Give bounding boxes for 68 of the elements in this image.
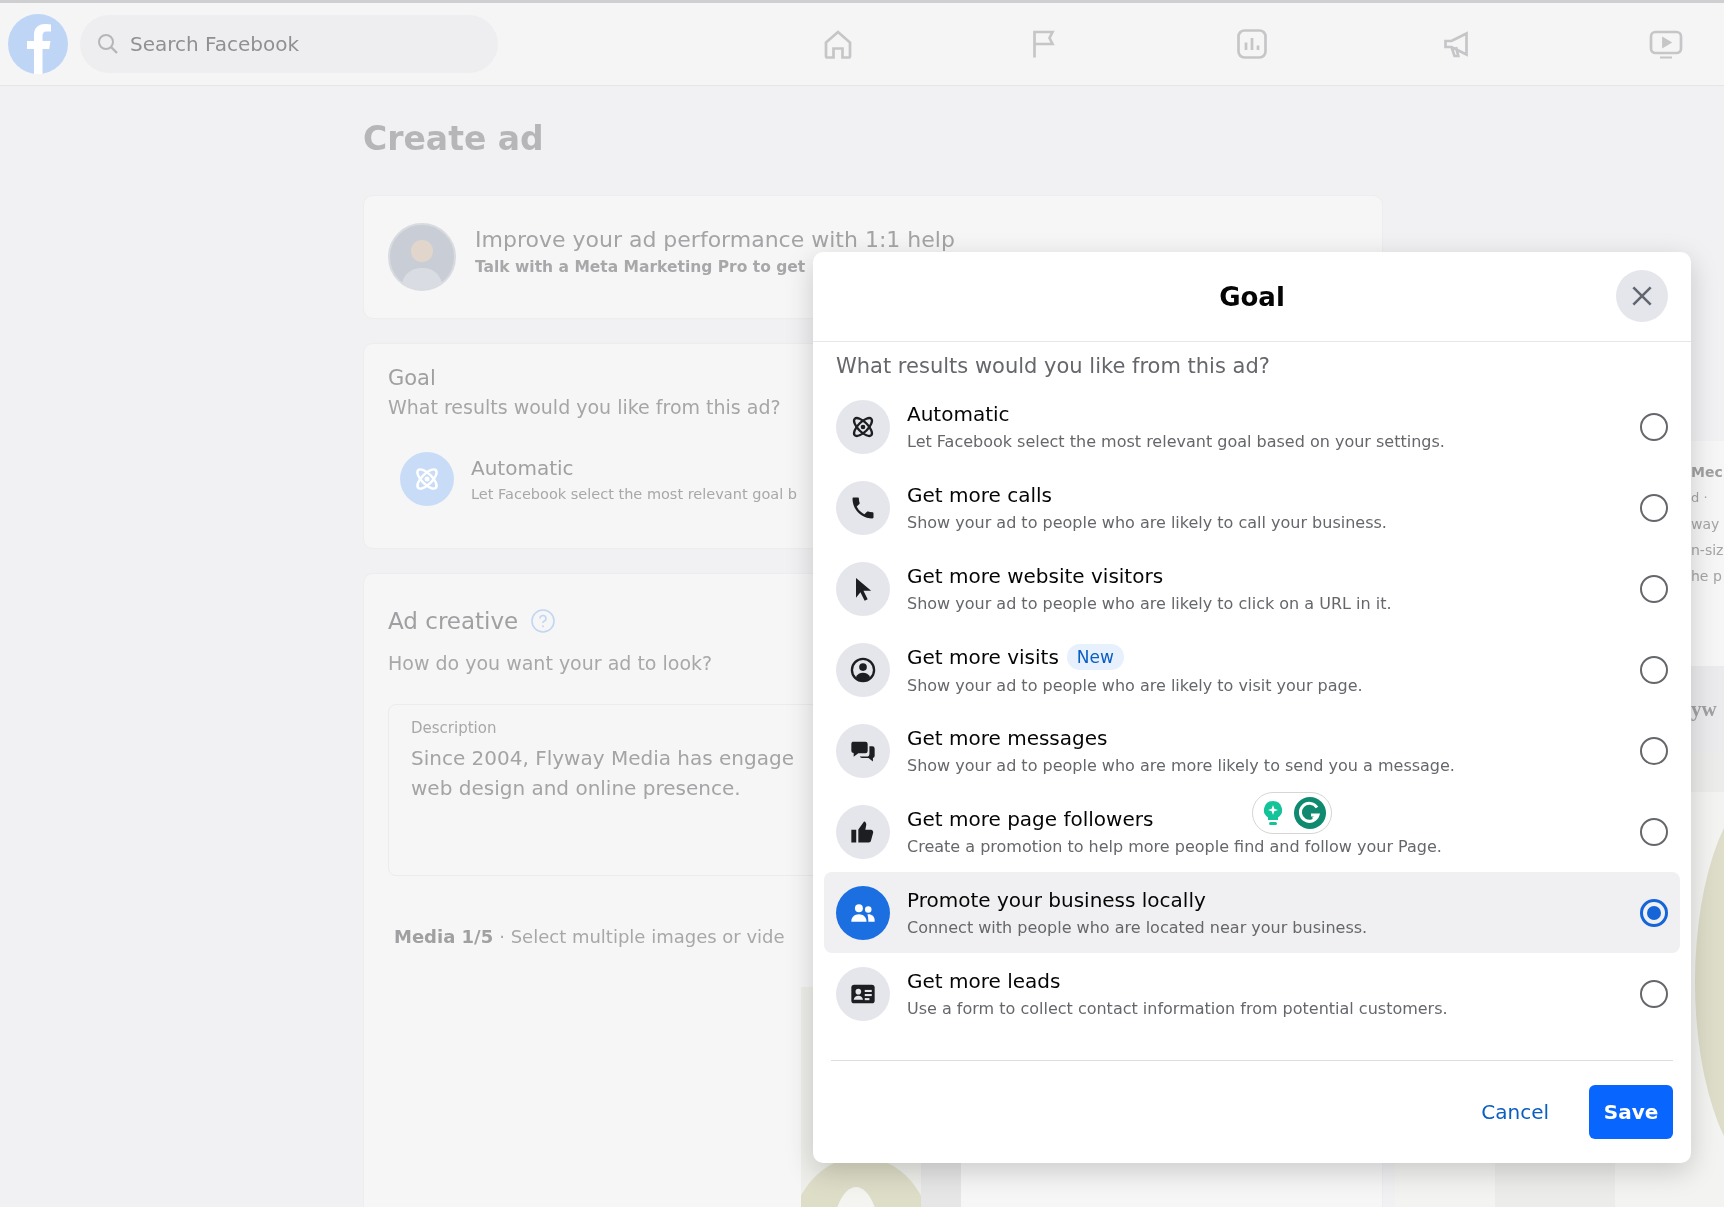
- people-icon: [836, 885, 890, 940]
- dialog-question: What results would you like from this ad?: [835, 353, 1271, 380]
- goal-option[interactable]: Get more messages Show your ad to people who are more likely to send you a message.: [824, 710, 1680, 791]
- save-button[interactable]: Save: [1589, 1085, 1673, 1139]
- search-icon: [96, 32, 120, 56]
- banner-text: yw: [1691, 696, 1717, 722]
- radio-button[interactable]: [1640, 736, 1668, 765]
- page-title: Create ad: [363, 119, 545, 159]
- goal-option[interactable]: Get more leads Use a form to collect contact information from potential customers.: [824, 953, 1680, 1034]
- cancel-button[interactable]: Cancel: [1481, 1100, 1549, 1124]
- preview-text: n-siz: [1691, 541, 1724, 560]
- option-title: Get more calls: [907, 483, 1052, 507]
- radio-button[interactable]: [1640, 412, 1668, 441]
- radio-button[interactable]: [1640, 817, 1668, 846]
- dialog-title: Goal: [1219, 281, 1285, 312]
- radio-button[interactable]: [1640, 574, 1668, 603]
- search-field[interactable]: Search Facebook: [80, 15, 498, 73]
- option-title: Get more page followers: [907, 807, 1154, 831]
- option-description: Show your ad to people who are likely to visit your page.: [907, 676, 1364, 695]
- close-button[interactable]: [1616, 270, 1668, 322]
- option-description: Show your ad to people who are likely to call your business.: [907, 513, 1388, 532]
- preview-text: Mec: [1691, 463, 1723, 482]
- radio-button[interactable]: [1640, 898, 1668, 927]
- preview-text: way: [1691, 515, 1720, 534]
- goal-option[interactable]: Automatic Let Facebook select the most relevant goal based on your settings.: [824, 386, 1680, 467]
- phone-icon: [836, 480, 890, 535]
- option-description: Let Facebook select the most relevant goal based on your settings.: [907, 432, 1446, 451]
- card-question: How do you want your ad to look?: [388, 652, 713, 674]
- thumbs-up-icon: [836, 804, 890, 859]
- field-label: Description: [411, 719, 498, 737]
- goal-option[interactable]: Get more calls Show your ad to people who are likely to call your business.: [824, 467, 1680, 548]
- help-subtitle: Talk with a Meta Marketing Pro to get: [475, 257, 806, 276]
- option-description: Show your ad to people who are more likely to send you a message.: [907, 756, 1456, 775]
- media-label: Media 1/5: [394, 926, 494, 947]
- contact-card-icon: [836, 966, 890, 1021]
- person-circle-icon: [836, 642, 890, 697]
- chat-icon: [836, 723, 890, 778]
- help-title: Improve your ad performance with 1:1 help: [475, 226, 955, 252]
- goal-option[interactable]: Get more visits New Show your ad to people who are likely to visit your page.: [824, 629, 1680, 710]
- radio-button[interactable]: [1640, 655, 1668, 684]
- option-description: Connect with people who are located near your business.: [907, 918, 1369, 937]
- option-description: Show your ad to people who are likely to click on a URL in it.: [907, 594, 1393, 613]
- media-hint: · Select multiple images or vide: [499, 926, 785, 947]
- option-title: Get more visits: [907, 645, 1059, 669]
- goal-title: Automatic: [471, 455, 575, 480]
- option-title: Get more leads: [907, 969, 1061, 993]
- option-title: Promote your business locally: [907, 888, 1206, 912]
- avatar: [388, 223, 456, 291]
- atom-icon: [836, 399, 890, 454]
- goal-description: Let Facebook select the most relevant goal b: [471, 485, 797, 502]
- card-question: What results would you like from this ad?: [388, 396, 781, 418]
- goal-option[interactable]: Promote your business locally Connect with people who are located near your business.: [824, 872, 1680, 953]
- radio-button[interactable]: [1640, 493, 1668, 522]
- card-title: Goal: [388, 366, 436, 390]
- preview-text: d ·: [1691, 489, 1708, 507]
- option-description: Use a form to collect contact information from potential customers.: [907, 999, 1449, 1018]
- cursor-icon: [836, 561, 890, 616]
- preview-text: he p: [1691, 567, 1722, 586]
- option-title: Get more messages: [907, 726, 1108, 750]
- option-description: Create a promotion to help more people find and follow your Page.: [907, 837, 1443, 856]
- radio-button[interactable]: [1640, 979, 1668, 1008]
- goal-option[interactable]: Get more website visitors Show your ad to people who are likely to click on a URL in it.: [824, 548, 1680, 629]
- field-value: Since 2004, Flyway Media has engage web design and online presence.: [411, 745, 794, 802]
- option-title: Get more website visitors: [907, 564, 1164, 588]
- new-badge: New: [1066, 644, 1124, 670]
- option-title: Automatic: [907, 402, 1010, 426]
- card-title: Ad creative: [388, 608, 519, 634]
- atom-icon: [400, 451, 454, 506]
